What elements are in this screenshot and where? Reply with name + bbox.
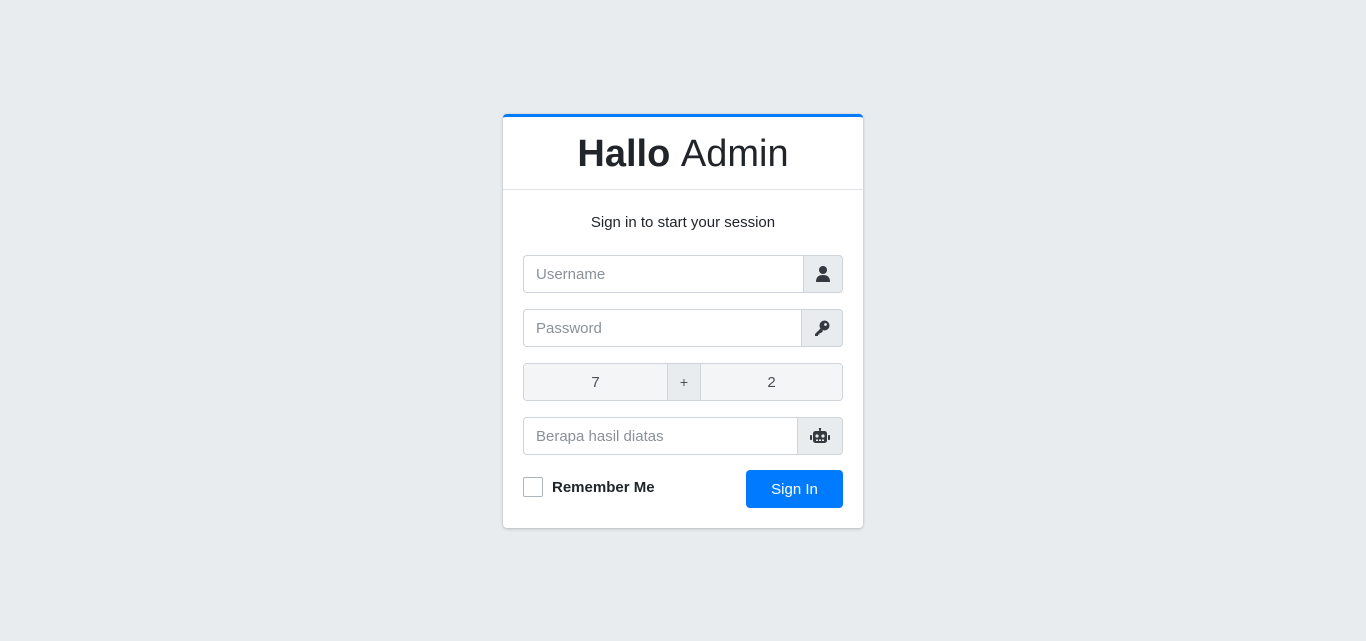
captcha-left-number: 7 bbox=[524, 364, 667, 400]
remember-label: Remember Me bbox=[552, 478, 655, 496]
remember-me[interactable]: Remember Me bbox=[523, 477, 655, 497]
key-icon bbox=[814, 320, 830, 336]
user-icon bbox=[816, 266, 830, 282]
brand-light: Admin bbox=[680, 133, 789, 175]
captcha-right-number: 2 bbox=[701, 364, 842, 400]
robot-icon bbox=[810, 428, 830, 444]
captcha-answer-group bbox=[523, 417, 843, 455]
login-card: Hallo Admin Sign in to start your sessio… bbox=[503, 114, 863, 528]
username-input[interactable] bbox=[523, 255, 803, 293]
password-group bbox=[523, 309, 843, 347]
captcha-addon bbox=[797, 417, 843, 455]
remember-checkbox[interactable] bbox=[523, 477, 543, 497]
username-addon bbox=[803, 255, 843, 293]
password-input[interactable] bbox=[523, 309, 801, 347]
sign-in-button[interactable]: Sign In bbox=[746, 470, 843, 508]
username-group bbox=[523, 255, 843, 293]
captcha-operator: + bbox=[667, 364, 701, 400]
brand-title: Hallo Admin bbox=[577, 135, 788, 173]
captcha-answer-input[interactable] bbox=[523, 417, 797, 455]
password-addon bbox=[801, 309, 843, 347]
brand-bold: Hallo bbox=[577, 133, 671, 175]
login-message: Sign in to start your session bbox=[590, 214, 776, 231]
captcha-question: 7 + 2 bbox=[523, 363, 843, 401]
card-header: Hallo Admin bbox=[503, 117, 863, 190]
